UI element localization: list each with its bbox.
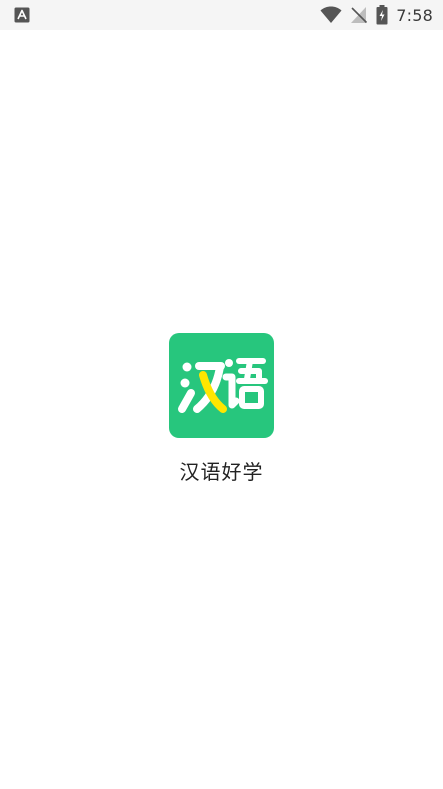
a-notification-icon — [14, 7, 30, 23]
wifi-icon — [320, 6, 342, 24]
app-name: 汉语好学 — [179, 460, 264, 484]
status-bar: 7:58 — [0, 0, 443, 30]
status-time: 7:58 — [396, 5, 433, 25]
no-signal-icon — [350, 6, 368, 24]
splash-screen: 7:58 汉语好学 — [0, 0, 443, 789]
battery-charging-icon — [376, 5, 388, 25]
app-logo-icon — [169, 333, 274, 438]
status-icons: 7:58 — [320, 4, 433, 26]
